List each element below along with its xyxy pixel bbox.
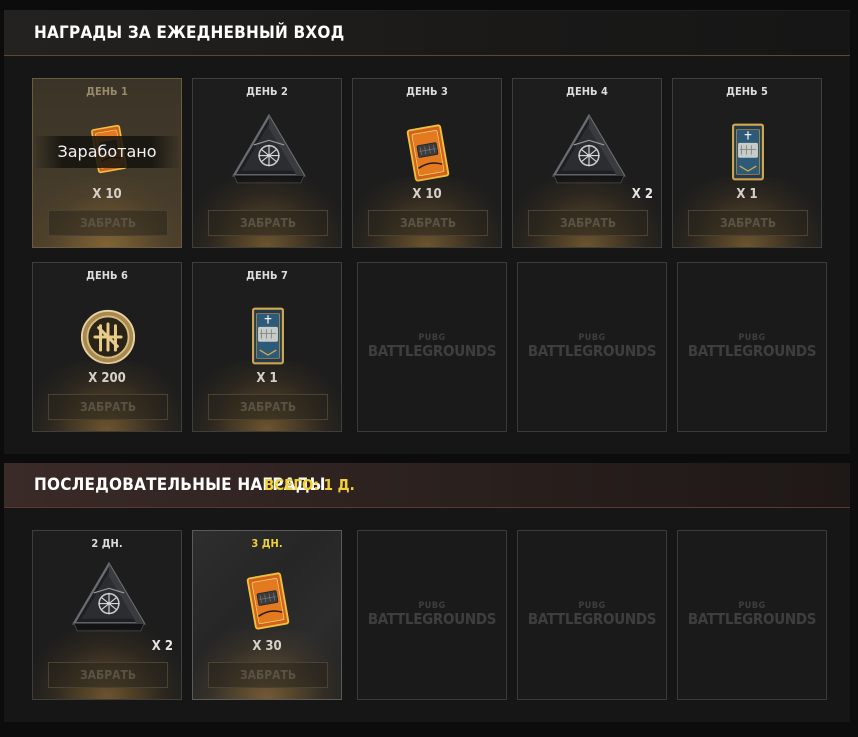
pubg-logo: PUBG BATTLEGROUNDS: [687, 333, 817, 360]
reward-quantity: X 10: [412, 187, 442, 202]
pubg-logo: PUBG BATTLEGROUNDS: [367, 601, 497, 628]
claim-button[interactable]: ЗАБРАТЬ: [528, 210, 648, 236]
pubg-logo: PUBG BATTLEGROUNDS: [527, 601, 657, 628]
pubg-logo: PUBG BATTLEGROUNDS: [687, 601, 817, 628]
streak-label: 2 ДН.: [91, 537, 123, 550]
day-label: ДЕНЬ 5: [726, 85, 768, 98]
day-label: ДЕНЬ 2: [246, 85, 288, 98]
reward-quantity: X 10: [92, 187, 122, 202]
reward-quantity: X 1: [736, 187, 758, 202]
streak-total: ВСЕГО: 1 Д.: [264, 476, 355, 494]
claim-button[interactable]: ЗАБРАТЬ: [688, 210, 808, 236]
day-label: ДЕНЬ 3: [406, 85, 448, 98]
reward-quantity: X 1: [256, 371, 278, 386]
day-2-card[interactable]: ДЕНЬ 2 ЗАБРАТЬ: [192, 78, 342, 248]
streak-2-card[interactable]: 2 ДН. X 2 ЗАБРАТЬ: [32, 530, 182, 700]
day-6-card[interactable]: ДЕНЬ 6 X 200 ЗАБРАТЬ: [32, 262, 182, 432]
pubg-logo: PUBG BATTLEGROUNDS: [367, 333, 497, 360]
earned-status: Заработано: [33, 136, 181, 168]
claim-button[interactable]: ЗАБРАТЬ: [208, 662, 328, 688]
reward-quantity: X 2: [631, 187, 653, 202]
coin-icon: [80, 309, 136, 365]
day-7-card[interactable]: ДЕНЬ 7 X 1 ЗАБРАТЬ: [192, 262, 342, 432]
day-5-card[interactable]: ДЕНЬ 5 X 1 ЗАБРАТЬ: [672, 78, 822, 248]
day-1-card[interactable]: ДЕНЬ 1 Заработано X 10 ЗАБРАТЬ: [32, 78, 182, 248]
empty-slot: PUBG BATTLEGROUNDS: [677, 530, 827, 700]
claim-button[interactable]: ЗАБРАТЬ: [48, 210, 168, 236]
crate-icon: [229, 113, 309, 189]
empty-slot: PUBG BATTLEGROUNDS: [677, 262, 827, 432]
day-4-card[interactable]: ДЕНЬ 4 X 2 ЗАБРАТЬ: [512, 78, 662, 248]
streak-3-card[interactable]: 3 ДН. X 30 ЗАБРАТЬ: [192, 530, 342, 700]
claim-button[interactable]: ЗАБРАТЬ: [208, 394, 328, 420]
daily-rewards-header: НАГРАДЫ ЗА ЕЖЕДНЕВНЫЙ ВХОД: [4, 11, 850, 56]
day-label: ДЕНЬ 1: [86, 85, 128, 98]
pubg-logo: PUBG BATTLEGROUNDS: [527, 333, 657, 360]
orange-ticket-icon: [245, 571, 291, 631]
empty-slot: PUBG BATTLEGROUNDS: [357, 262, 507, 432]
blue-card-icon: [251, 307, 285, 365]
claim-button[interactable]: ЗАБРАТЬ: [208, 210, 328, 236]
reward-quantity: X 2: [151, 639, 173, 654]
daily-rewards-title: НАГРАДЫ ЗА ЕЖЕДНЕВНЫЙ ВХОД: [34, 23, 345, 43]
streak-rewards-panel: ПОСЛЕДОВАТЕЛЬНЫЕ НАГРАДЫ ВСЕГО: 1 Д. 2 Д…: [4, 463, 850, 722]
streak-label: 3 ДН.: [251, 537, 283, 550]
claim-button[interactable]: ЗАБРАТЬ: [48, 662, 168, 688]
claim-button[interactable]: ЗАБРАТЬ: [48, 394, 168, 420]
day-label: ДЕНЬ 6: [86, 269, 128, 282]
blue-card-icon: [731, 123, 765, 181]
empty-slot: PUBG BATTLEGROUNDS: [517, 530, 667, 700]
claim-button[interactable]: ЗАБРАТЬ: [368, 210, 488, 236]
crate-icon: [549, 113, 629, 189]
streak-rewards-header: ПОСЛЕДОВАТЕЛЬНЫЕ НАГРАДЫ ВСЕГО: 1 Д.: [4, 463, 850, 508]
reward-quantity: X 200: [88, 371, 126, 386]
orange-ticket-icon: [405, 123, 451, 183]
reward-quantity: X 30: [252, 639, 282, 654]
day-3-card[interactable]: ДЕНЬ 3 X 10 ЗАБРАТЬ: [352, 78, 502, 248]
empty-slot: PUBG BATTLEGROUNDS: [517, 262, 667, 432]
day-label: ДЕНЬ 4: [566, 85, 608, 98]
daily-rewards-panel: НАГРАДЫ ЗА ЕЖЕДНЕВНЫЙ ВХОД ДЕНЬ 1 Зарабо…: [4, 10, 850, 454]
day-label: ДЕНЬ 7: [246, 269, 288, 282]
empty-slot: PUBG BATTLEGROUNDS: [357, 530, 507, 700]
crate-icon: [69, 561, 149, 637]
